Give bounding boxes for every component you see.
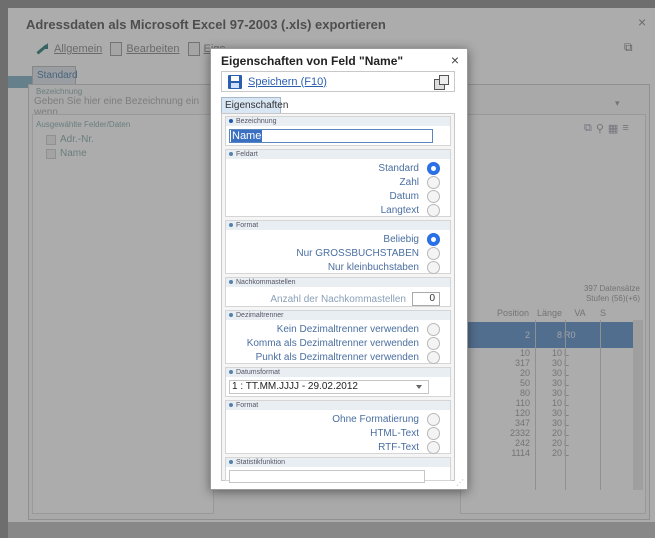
dezimaltrenner-section: Dezimaltrenner Kein Dezimaltrenner verwe…: [225, 310, 451, 364]
radio-zahl[interactable]: Zahl: [400, 175, 440, 189]
field-properties-dialog: Eigenschaften von Feld "Name" × Speicher…: [210, 48, 468, 490]
properties-panel: Bezeichnung Name Feldart Standard Zahl D…: [221, 113, 455, 483]
chevron-down-icon: [416, 385, 422, 389]
radio-button[interactable]: [427, 246, 440, 260]
statistik-input[interactable]: [229, 470, 425, 483]
save-button[interactable]: Speichern (F10): [221, 71, 455, 92]
radio-button[interactable]: [427, 412, 440, 426]
radio-button[interactable]: [427, 336, 440, 350]
section-title: Statistikfunktion: [226, 458, 450, 467]
radio-button[interactable]: [427, 440, 440, 454]
tab-eigenschaften[interactable]: Eigenschaften: [221, 97, 288, 113]
datumsformat-select[interactable]: 1 : TT.MM.JJJJ - 29.02.2012: [229, 380, 429, 394]
radio-button[interactable]: [427, 203, 440, 217]
radio-grossbuchstaben[interactable]: Nur GROSSBUCHSTABEN: [296, 246, 440, 260]
radio-komma[interactable]: Komma als Dezimaltrenner verwenden: [247, 336, 440, 350]
output-format-section: Format Ohne Formatierung HTML-Text RTF-T…: [225, 400, 451, 454]
radio-button[interactable]: [427, 322, 440, 336]
radio-standard[interactable]: Standard: [378, 161, 440, 175]
radio-button[interactable]: [427, 232, 440, 246]
section-title: Datumsformat: [226, 368, 450, 377]
section-title: Nachkommastellen: [226, 278, 450, 287]
statistik-section: Statistikfunktion: [225, 457, 451, 483]
resize-grip-icon[interactable]: ⋰: [456, 478, 464, 487]
radio-button[interactable]: [427, 350, 440, 364]
dialog-title: Eigenschaften von Feld "Name": [221, 54, 404, 68]
bezeichnung-section: Bezeichnung Name: [225, 116, 451, 146]
radio-button[interactable]: [427, 175, 440, 189]
section-title: Feldart: [226, 150, 450, 159]
section-title: Dezimaltrenner: [226, 311, 450, 320]
section-title: Format: [226, 401, 450, 410]
radio-button[interactable]: [427, 161, 440, 175]
radio-langtext[interactable]: Langtext: [381, 203, 440, 217]
name-field[interactable]: Name: [229, 129, 433, 143]
radio-button[interactable]: [427, 426, 440, 440]
radio-button[interactable]: [427, 260, 440, 274]
floppy-icon: [228, 74, 242, 89]
decimals-input[interactable]: 0: [412, 292, 440, 306]
close-icon[interactable]: ×: [451, 52, 459, 68]
radio-punkt[interactable]: Punkt als Dezimaltrenner verwenden: [256, 350, 440, 364]
export-icon[interactable]: [434, 75, 449, 90]
nachkommastellen-row: Anzahl der Nachkommastellen 0: [270, 292, 440, 306]
radio-rtf-text[interactable]: RTF-Text: [378, 440, 440, 454]
radio-beliebig[interactable]: Beliebig: [383, 232, 440, 246]
datumsformat-section: Datumsformat 1 : TT.MM.JJJJ - 29.02.2012: [225, 367, 451, 397]
nachkommastellen-section: Nachkommastellen Anzahl der Nachkommaste…: [225, 277, 451, 307]
radio-kein-dezimaltrenner[interactable]: Kein Dezimaltrenner verwenden: [277, 322, 440, 336]
radio-button[interactable]: [427, 189, 440, 203]
section-title: Bezeichnung: [226, 117, 450, 126]
section-title: Format: [226, 221, 450, 230]
feldart-section: Feldart Standard Zahl Datum Langtext: [225, 149, 451, 217]
radio-kleinbuchstaben[interactable]: Nur kleinbuchstaben: [328, 260, 440, 274]
format-section: Format Beliebig Nur GROSSBUCHSTABEN Nur …: [225, 220, 451, 274]
radio-datum[interactable]: Datum: [390, 189, 440, 203]
radio-html-text[interactable]: HTML-Text: [370, 426, 440, 440]
radio-ohne-formatierung[interactable]: Ohne Formatierung: [332, 412, 440, 426]
